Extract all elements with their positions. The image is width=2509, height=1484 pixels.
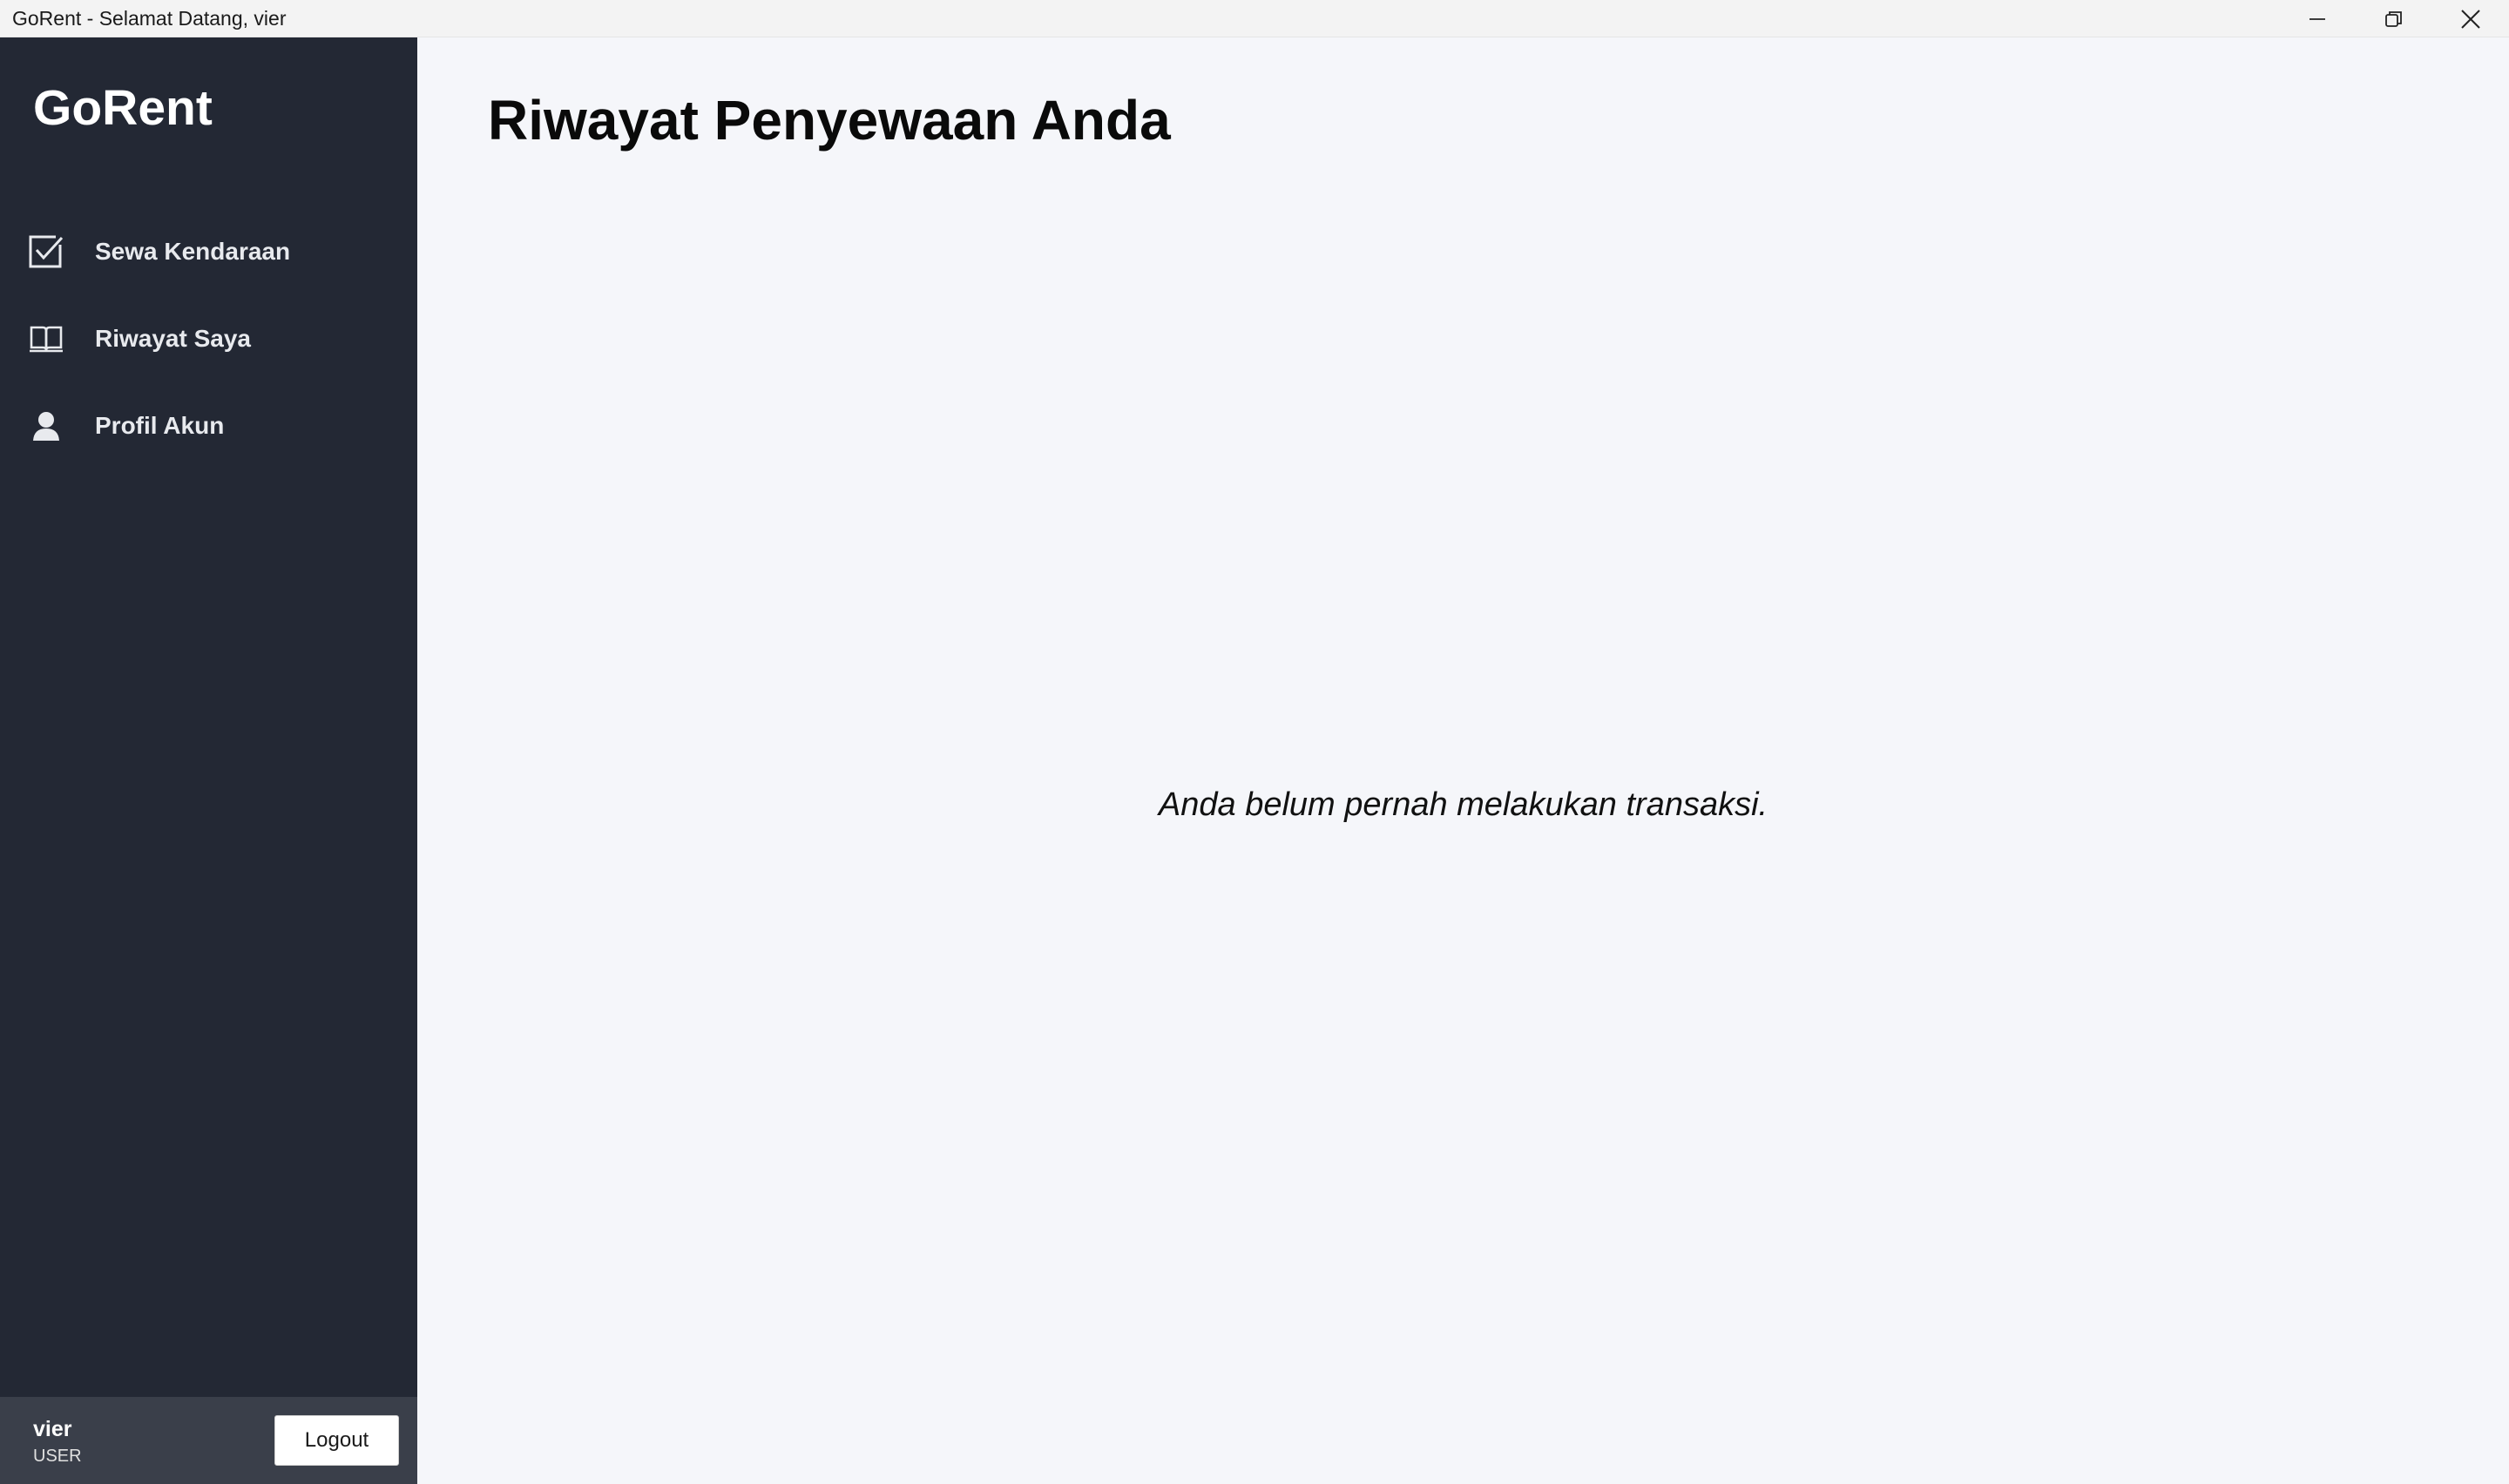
sidebar-item-label: Profil Akun bbox=[95, 412, 225, 439]
sidebar-item-profil-akun[interactable]: Profil Akun bbox=[0, 391, 417, 461]
sidebar-item-label: Riwayat Saya bbox=[95, 325, 251, 352]
book-icon bbox=[28, 320, 64, 357]
user-panel: vier USER Logout bbox=[0, 1397, 417, 1484]
checkbox-icon bbox=[28, 233, 64, 270]
window-title: GoRent - Selamat Datang, vier bbox=[12, 6, 287, 30]
page-title: Riwayat Penyewaan Anda bbox=[488, 89, 1171, 152]
sidebar-item-label: Sewa Kendaraan bbox=[95, 238, 291, 265]
window-titlebar: GoRent - Selamat Datang, vier bbox=[0, 0, 2509, 37]
restore-icon bbox=[2385, 10, 2402, 27]
close-icon bbox=[2461, 9, 2480, 29]
close-button[interactable] bbox=[2432, 0, 2509, 37]
minimize-icon bbox=[2309, 17, 2325, 20]
minimize-button[interactable] bbox=[2279, 0, 2356, 37]
sidebar-item-riwayat-saya[interactable]: Riwayat Saya bbox=[0, 304, 417, 374]
sidebar: GoRent Sewa Kendaraan Riwayat Saya Profi… bbox=[0, 37, 417, 1484]
app-logo: GoRent bbox=[33, 80, 213, 136]
user-icon bbox=[28, 408, 64, 444]
empty-state-message: Anda belum pernah melakukan transaksi. bbox=[1158, 786, 1768, 823]
logout-button[interactable]: Logout bbox=[274, 1415, 399, 1466]
window-controls bbox=[2279, 0, 2509, 37]
restore-button[interactable] bbox=[2356, 0, 2432, 37]
main-content: Riwayat Penyewaan Anda Anda belum pernah… bbox=[417, 37, 2509, 1484]
user-role: USER bbox=[33, 1447, 82, 1466]
sidebar-item-sewa-kendaraan[interactable]: Sewa Kendaraan bbox=[0, 217, 417, 287]
user-name: vier bbox=[33, 1417, 72, 1441]
